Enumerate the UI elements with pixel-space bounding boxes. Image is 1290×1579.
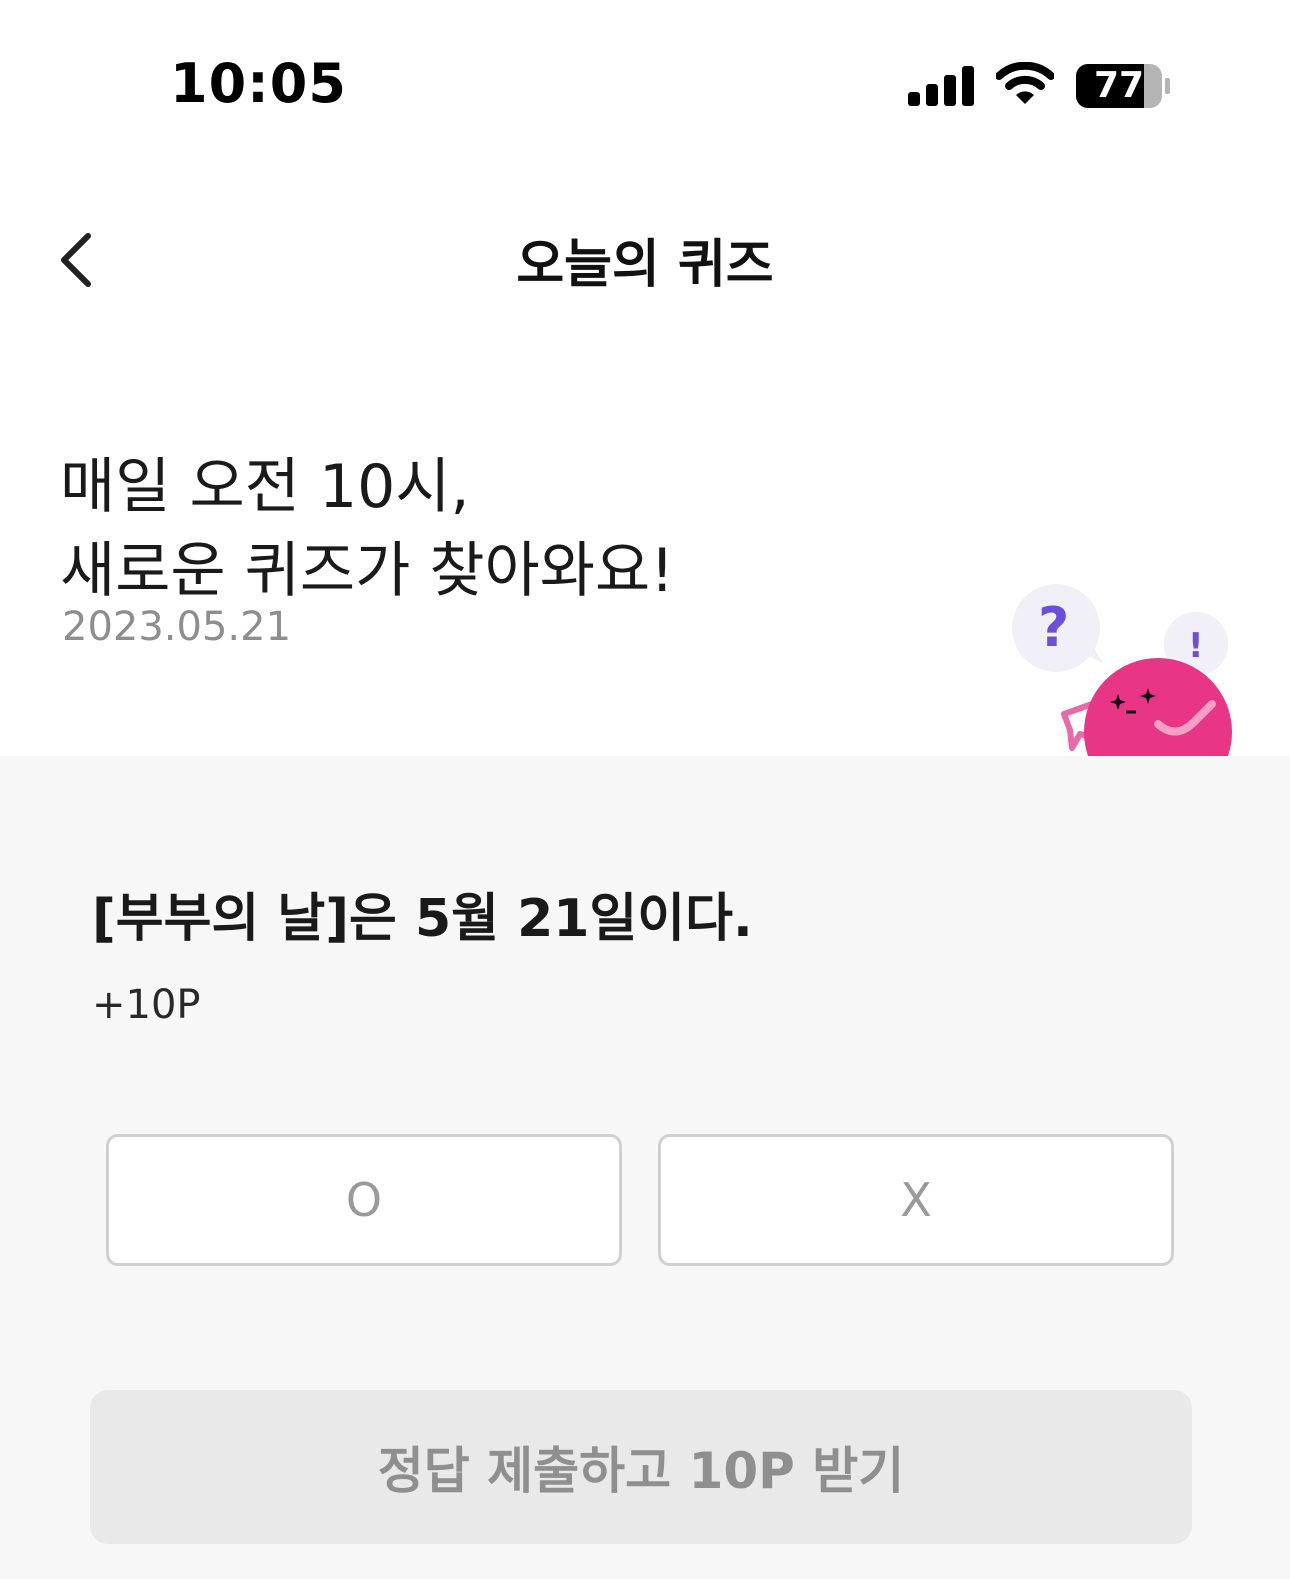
submit-answer-button[interactable]: 정답 제출하고 10P 받기 <box>90 1390 1192 1544</box>
answer-o-label: O <box>345 1173 383 1227</box>
battery-icon: 77 <box>1076 62 1172 110</box>
answer-x-button[interactable]: X <box>658 1134 1174 1266</box>
battery-level: 77 <box>1093 65 1145 106</box>
exclamation-icon: ! <box>1188 626 1204 666</box>
quiz-date: 2023.05.21 <box>62 604 292 650</box>
page-title: 오늘의 퀴즈 <box>516 235 774 295</box>
status-time: 10:05 <box>170 52 347 115</box>
mascot-illustration: ? ! <box>1000 572 1260 756</box>
answer-o-button[interactable]: O <box>106 1134 622 1266</box>
intro-line-2: 새로운 퀴즈가 찾아와요! <box>60 536 675 606</box>
wifi-icon <box>996 62 1054 104</box>
quiz-points: +10P <box>92 982 201 1028</box>
question-mark-icon: ? <box>1038 596 1070 659</box>
intro-line-1: 매일 오전 10시, <box>60 452 470 522</box>
answer-x-label: X <box>900 1173 932 1227</box>
signal-icon <box>908 66 974 106</box>
submit-answer-label: 정답 제출하고 10P 받기 <box>377 1442 905 1500</box>
quiz-question: [부부의 날]은 5월 21일이다. <box>92 889 753 949</box>
